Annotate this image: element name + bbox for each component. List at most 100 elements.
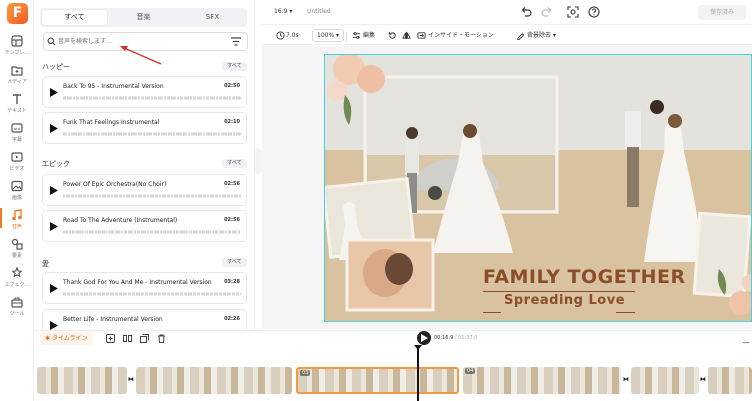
track-card[interactable]: Thank God For You And Me - Instrumental … — [42, 272, 247, 304]
timeline-label: タイムライン — [51, 335, 88, 342]
audio-library-panel: すべて 音楽 SFX ハッピー すべて Back To 95 - Instrum… — [34, 0, 255, 330]
edit-button[interactable]: 編集 — [363, 30, 375, 42]
audio-icon — [12, 209, 22, 221]
track-card[interactable]: Better Life - Instrumental Version 02:26 — [42, 309, 247, 330]
track-card[interactable]: Funk That Feelings Instrumental 02:10 — [42, 112, 247, 144]
inside-motion-button[interactable]: インサイド・モーション — [428, 30, 494, 42]
rail-media[interactable]: メディア — [0, 63, 34, 91]
elements-icon — [11, 238, 23, 250]
clip-duration[interactable]: 7.0s — [286, 30, 299, 42]
timeline-clip-selected[interactable]: 03 — [296, 367, 459, 394]
rail-text[interactable]: テキスト — [0, 92, 34, 120]
track-card[interactable]: Power Of Epic Orchestra(No Choir) 02:56 — [42, 174, 247, 206]
play-icon[interactable] — [50, 222, 58, 231]
rail-effects[interactable]: エフェク… — [0, 266, 34, 294]
timeline-clip[interactable] — [631, 367, 699, 394]
timeline-ruler[interactable] — [34, 346, 752, 366]
section-title-happy: ハッピー — [42, 63, 70, 71]
rail-label: 画像 — [11, 195, 22, 201]
project-title[interactable]: Untitled — [307, 8, 331, 15]
clip-track: ⧓ 03 04 ⧓ ⧓ — [37, 367, 752, 394]
see-all-button[interactable]: すべて — [222, 62, 247, 71]
filter-icon[interactable] — [231, 37, 241, 46]
track-duration: 02:10 — [224, 119, 240, 125]
play-icon — [421, 334, 428, 342]
rail-label: 要素 — [11, 253, 22, 259]
track-duration: 02:56 — [224, 217, 240, 223]
video-icon — [11, 152, 23, 162]
play-icon[interactable] — [50, 88, 58, 97]
panel-collapse-handle[interactable] — [255, 148, 262, 174]
track-duration: 02:56 — [224, 181, 240, 187]
play-icon[interactable] — [50, 321, 58, 330]
adjust-icon — [352, 32, 361, 39]
track-duration: 02:50 — [224, 83, 240, 89]
redo-icon[interactable] — [541, 6, 553, 18]
transition-icon[interactable]: ⧓ — [699, 376, 707, 384]
top-bar: 16:9 ▾ Untitled 保存済み — [262, 0, 752, 25]
play-button[interactable] — [417, 331, 431, 345]
rail-elements[interactable]: 要素 — [0, 237, 34, 265]
rail-images[interactable]: 画像 — [0, 179, 34, 207]
transition-icon[interactable]: ⧓ — [622, 376, 630, 384]
subtitle-icon — [11, 123, 23, 133]
bg-remove-button[interactable]: 背景除去 ▾ — [527, 30, 556, 42]
track-name: Funk That Feelings Instrumental — [63, 119, 160, 126]
waveform — [63, 194, 241, 198]
timeline-clip[interactable] — [136, 367, 292, 394]
timeline-toggle-button[interactable]: ✱ タイムライン — [40, 332, 93, 345]
rail-subtitles[interactable]: 字幕 — [0, 121, 34, 149]
media-icon — [11, 66, 23, 76]
play-icon[interactable] — [50, 124, 58, 133]
saved-button[interactable]: 保存済み — [698, 5, 746, 20]
zoom-select[interactable]: 100% ▾ — [312, 29, 345, 42]
left-rail: F テンプレ… メディア テキスト 字幕 ビデオ 画像 音声 要素 エフェク… … — [0, 0, 34, 401]
preview-stage: FAMILY TOGETHER Spreading Love — [262, 46, 752, 329]
rail-tools[interactable]: ツール — [0, 295, 34, 323]
transition-icon[interactable]: ⧓ — [127, 376, 135, 384]
duplicate-icon[interactable] — [140, 334, 149, 343]
timeline-clip[interactable] — [37, 367, 127, 394]
timeline-icon: ✱ — [45, 335, 52, 342]
play-icon[interactable] — [50, 284, 58, 293]
delete-icon[interactable] — [157, 334, 166, 343]
waveform — [63, 96, 241, 100]
clip-number: 04 — [465, 368, 476, 374]
rail-video[interactable]: ビデオ — [0, 150, 34, 178]
track-duration: 03:28 — [224, 279, 240, 285]
video-preview[interactable]: FAMILY TOGETHER Spreading Love — [324, 54, 752, 322]
see-all-button[interactable]: すべて — [222, 159, 247, 168]
help-icon[interactable] — [588, 6, 600, 18]
timeline-clip[interactable] — [708, 367, 752, 394]
rail-templates[interactable]: テンプレ… — [0, 34, 34, 62]
title-underline — [483, 291, 635, 292]
track-card[interactable]: Road To The Adventure (Instrumental) 02:… — [42, 210, 247, 242]
tab-music[interactable]: 音楽 — [111, 10, 176, 25]
section-title-epic: エピック — [42, 160, 70, 168]
rail-label: エフェク… — [4, 282, 30, 288]
tools-icon — [11, 297, 23, 308]
playback-time: 00:16:9 / 01:37.0 — [434, 335, 477, 341]
playhead[interactable] — [414, 345, 422, 401]
rail-audio[interactable]: 音声 — [0, 208, 34, 236]
undo-icon[interactable] — [520, 6, 532, 18]
flip-icon[interactable] — [402, 31, 411, 40]
aspect-ratio-select[interactable]: 16:9 ▾ — [274, 8, 292, 15]
split-icon[interactable] — [123, 334, 132, 343]
edit-toolbar: 7.0s 100% ▾ 編集 インサイド・モーション 背景除去 ▾ — [262, 26, 752, 45]
app-logo[interactable]: F — [7, 3, 28, 24]
video-title-text[interactable]: FAMILY TOGETHER — [483, 268, 686, 287]
play-icon[interactable] — [50, 186, 58, 195]
rotate-icon[interactable] — [388, 31, 397, 40]
track-name: Power Of Epic Orchestra(No Choir) — [63, 181, 167, 188]
video-subtitle-text[interactable]: Spreading Love — [504, 294, 625, 307]
timeline-clip[interactable]: 04 — [463, 367, 621, 394]
tab-all[interactable]: すべて — [42, 10, 107, 25]
tab-sfx[interactable]: SFX — [180, 10, 245, 25]
track-name: Better Life - Instrumental Version — [63, 316, 163, 323]
track-card[interactable]: Back To 95 - Instrumental Version 02:50 — [42, 76, 247, 108]
track-name: Road To The Adventure (Instrumental) — [63, 217, 178, 224]
see-all-button[interactable]: すべて — [222, 258, 247, 267]
screenshot-icon[interactable] — [567, 6, 579, 18]
add-icon[interactable] — [106, 334, 115, 343]
